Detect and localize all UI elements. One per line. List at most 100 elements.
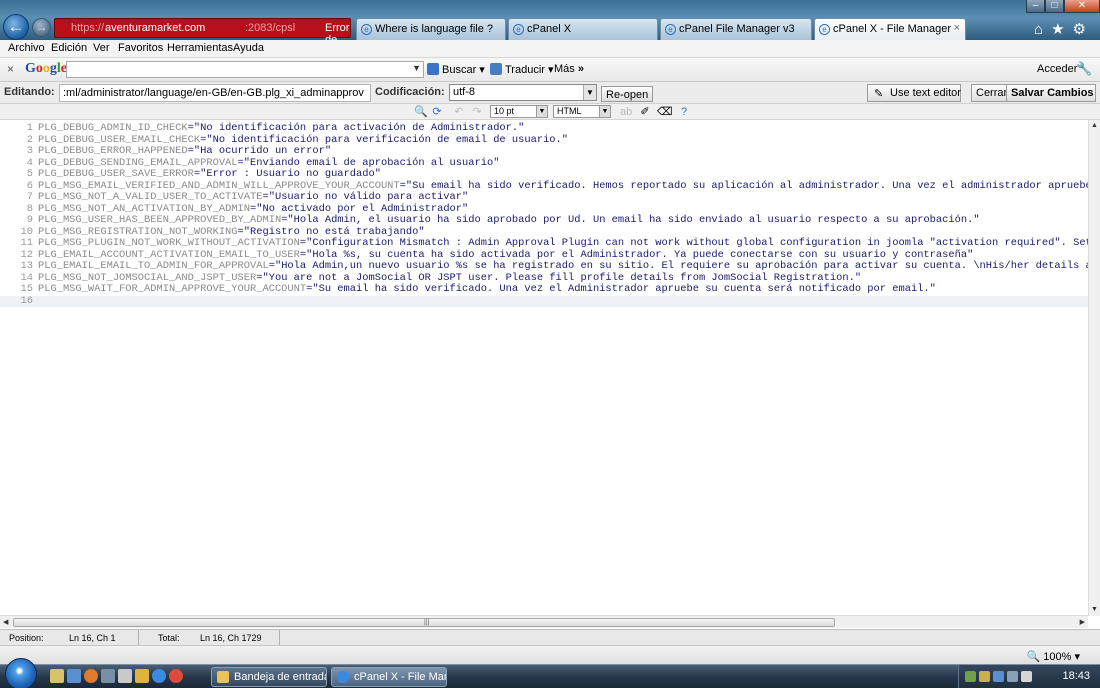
code-value: ="No activado por el Administrador" <box>250 202 469 215</box>
tab-close-icon[interactable]: × <box>954 22 960 34</box>
font-size-select[interactable]: 10 pt ▼ <box>490 105 548 118</box>
code-key: PLG_EMAIL_ACCOUNT_ACTIVATION_EMAIL_TO_US… <box>38 248 300 261</box>
tab-cpanel-x-file-manager[interactable]: e cPanel X - File Manager × <box>814 18 966 40</box>
folder-icon[interactable] <box>50 669 64 683</box>
redo-icon[interactable]: ↷ <box>471 106 483 118</box>
code-key: PLG_MSG_WAIT_FOR_ADMIN_APPROVE_YOUR_ACCO… <box>38 283 307 295</box>
close-window-button[interactable]: ✕ <box>1064 0 1100 13</box>
tray-icon[interactable] <box>979 671 990 682</box>
messenger-icon[interactable] <box>135 669 149 683</box>
encoding-select[interactable]: utf-8 ▼ <box>449 84 597 101</box>
replace-icon[interactable]: ⟳ <box>431 106 443 118</box>
scroll-right-arrow-icon[interactable]: ▶ <box>1080 618 1085 626</box>
code-value: ="Su email ha sido verificado. Una vez e… <box>306 283 936 295</box>
scrollbar-thumb[interactable]: ||| <box>13 618 835 627</box>
acceder-label: Acceder <box>1037 63 1078 75</box>
url-scheme: https:// <box>71 22 105 34</box>
tab-cpanel-x[interactable]: e cPanel X <box>508 18 658 40</box>
code-line-current[interactable]: 16 <box>0 295 1088 307</box>
menu-edicion[interactable]: Edición <box>51 42 87 54</box>
file-path-field[interactable]: :ml/administrator/language/en-GB/en-GB.p… <box>59 84 371 102</box>
line-number: 9 <box>26 214 33 226</box>
syntax-select[interactable]: HTML ▼ <box>553 105 611 118</box>
scroll-up-arrow-icon[interactable]: ▲ <box>1091 122 1098 129</box>
pencil-icon: ✎ <box>874 88 884 100</box>
menu-favoritos[interactable]: Favoritos <box>118 42 163 54</box>
task-label: Bandeja de entrada ... <box>234 671 327 683</box>
code-line[interactable]: 15 PLG_MSG_WAIT_FOR_ADMIN_APPROVE_YOUR_AC… <box>0 283 1088 296</box>
code-key: PLG_DEBUG_ADMIN_ID_CHECK <box>38 122 188 134</box>
minimize-button[interactable]: – <box>1026 0 1045 13</box>
menu-ver[interactable]: Ver <box>93 42 110 54</box>
internet-explorer-icon[interactable] <box>152 669 166 683</box>
eraser-icon[interactable]: ⌫ <box>657 106 673 118</box>
chevron-down-icon[interactable]: ▼ <box>599 106 610 117</box>
firefox-icon[interactable] <box>84 669 98 683</box>
code-key: PLG_MSG_PLUGIN_NOT_WORK_WITHOUT_ACTIVATI… <box>38 237 300 249</box>
close-toolbar-icon[interactable]: × <box>7 62 14 76</box>
code-editor[interactable]: 1 PLG_DEBUG_ADMIN_ID_CHECK="No identifica… <box>0 120 1100 616</box>
back-arrow-icon[interactable]: ← <box>3 14 29 40</box>
url-path: :2083/cpsl <box>245 22 296 34</box>
app-icon[interactable] <box>118 669 132 683</box>
media-icon[interactable] <box>101 669 115 683</box>
help-icon[interactable]: ? <box>678 106 690 118</box>
traducir-button[interactable]: Traducir ▾ <box>490 63 554 76</box>
wrench-icon[interactable]: 🔧 <box>1076 61 1092 77</box>
code-key: PLG_MSG_NOT_A_VALID_USER_TO_ACTIVATE <box>38 191 263 203</box>
buscar-button[interactable]: Buscar ▾ <box>427 63 485 76</box>
highlight-icon[interactable]: ✐ <box>639 106 651 118</box>
mas-button[interactable]: Más » <box>554 63 584 75</box>
save-changes-button[interactable]: Salvar Cambios <box>1006 84 1096 102</box>
scroll-down-arrow-icon[interactable]: ▼ <box>1091 606 1098 613</box>
code-key: PLG_DEBUG_USER_EMAIL_CHECK <box>38 133 201 146</box>
chevron-down-icon[interactable]: ▼ <box>412 63 421 73</box>
code-key: PLG_MSG_EMAIL_VERIFIED_AND_ADMIN_WILL_AP… <box>38 179 400 192</box>
tab-where-is-language-file[interactable]: e Where is language file ? <box>356 18 506 40</box>
chrome-icon[interactable] <box>169 669 183 683</box>
address-bar[interactable]: https:// aventuramarket.com :2083/cpsl E… <box>54 18 351 46</box>
code-key: PLG_MSG_NOT_AN_ACTIVATION_BY_ADMIN <box>38 202 251 215</box>
line-number: 7 <box>26 191 33 203</box>
tray-icon[interactable] <box>993 671 1004 682</box>
desktop-icon[interactable] <box>67 669 81 683</box>
taskbar-item-inbox[interactable]: Bandeja de entrada ... <box>211 667 327 687</box>
zoom-control[interactable]: 🔍 100% ▾ <box>1027 650 1080 663</box>
spellcheck-icon[interactable]: ab <box>620 106 632 118</box>
scroll-left-arrow-icon[interactable]: ◀ <box>3 618 8 626</box>
tab-cpanel-file-manager-v3[interactable]: e cPanel File Manager v3 <box>660 18 812 40</box>
taskbar-item-cpanel[interactable]: cPanel X - File Mana... <box>331 667 447 687</box>
line-number: 13 <box>20 260 33 272</box>
code-key: PLG_DEBUG_SENDING_EMAIL_APPROVAL <box>38 156 238 169</box>
clock[interactable]: 18:43 <box>1062 670 1090 682</box>
google-search-input[interactable]: ▼ <box>66 61 424 78</box>
start-button[interactable] <box>5 658 37 688</box>
gear-icon[interactable]: ⚙ <box>1073 21 1094 38</box>
chevron-down-icon[interactable]: ▼ <box>583 85 596 100</box>
vertical-scrollbar[interactable]: ▲ ▼ <box>1088 120 1100 616</box>
chevron-down-icon[interactable]: ▼ <box>536 106 547 117</box>
use-text-editor-label: Use text editor <box>890 87 961 99</box>
tab-label: cPanel X - File Manager <box>833 23 951 35</box>
forward-arrow-icon[interactable]: → <box>32 18 51 37</box>
menu-ayuda[interactable]: Ayuda <box>233 42 264 54</box>
code-value: ="Ha ocurrido un error" <box>187 145 332 157</box>
code-value: ="No identificación para verificación de… <box>200 133 569 146</box>
horizontal-scrollbar[interactable]: ◀ ||| ▶ <box>0 615 1088 628</box>
tray-icon[interactable] <box>965 671 976 682</box>
acceder-button[interactable]: Acceder <box>1037 63 1077 75</box>
find-icon[interactable]: 🔍 <box>414 106 428 118</box>
reopen-button[interactable]: Re-open <box>601 86 654 102</box>
code-value: ="Registro no está trabajando" <box>237 225 425 238</box>
home-icon[interactable]: ⌂ <box>1034 21 1051 38</box>
menu-herramientas[interactable]: Herramientas <box>167 42 233 54</box>
favorites-star-icon[interactable]: ★ <box>1051 21 1072 38</box>
use-text-editor-button[interactable]: ✎ Use text editor <box>867 84 961 102</box>
network-icon[interactable] <box>1007 671 1018 682</box>
maximize-button[interactable]: □ <box>1045 0 1064 13</box>
volume-icon[interactable] <box>1021 671 1032 682</box>
undo-icon[interactable]: ↶ <box>453 106 465 118</box>
internet-explorer-icon <box>337 671 349 683</box>
google-logo: Google <box>25 61 67 76</box>
menu-archivo[interactable]: Archivo <box>8 42 45 54</box>
